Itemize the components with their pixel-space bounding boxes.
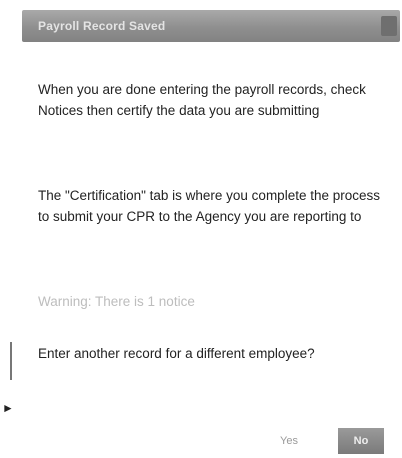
prompt-question-text: Enter another record for a different emp… — [38, 346, 315, 361]
window-edge-divider — [10, 342, 12, 380]
payroll-saved-dialog: Payroll Record Saved When you are done e… — [0, 0, 402, 458]
instruction-notices-text: When you are done entering the payroll r… — [38, 82, 366, 118]
close-icon[interactable] — [381, 16, 397, 36]
dialog-title: Payroll Record Saved — [38, 19, 166, 33]
mouse-cursor-icon: ► — [2, 401, 14, 415]
instruction-certification-text: The "Certification" tab is where you com… — [38, 188, 380, 224]
dialog-titlebar[interactable]: Payroll Record Saved — [22, 10, 400, 42]
warning-notice-text: Warning: There is 1 notice — [38, 294, 195, 309]
no-button[interactable]: No — [338, 428, 384, 454]
yes-button[interactable]: Yes — [276, 428, 302, 454]
